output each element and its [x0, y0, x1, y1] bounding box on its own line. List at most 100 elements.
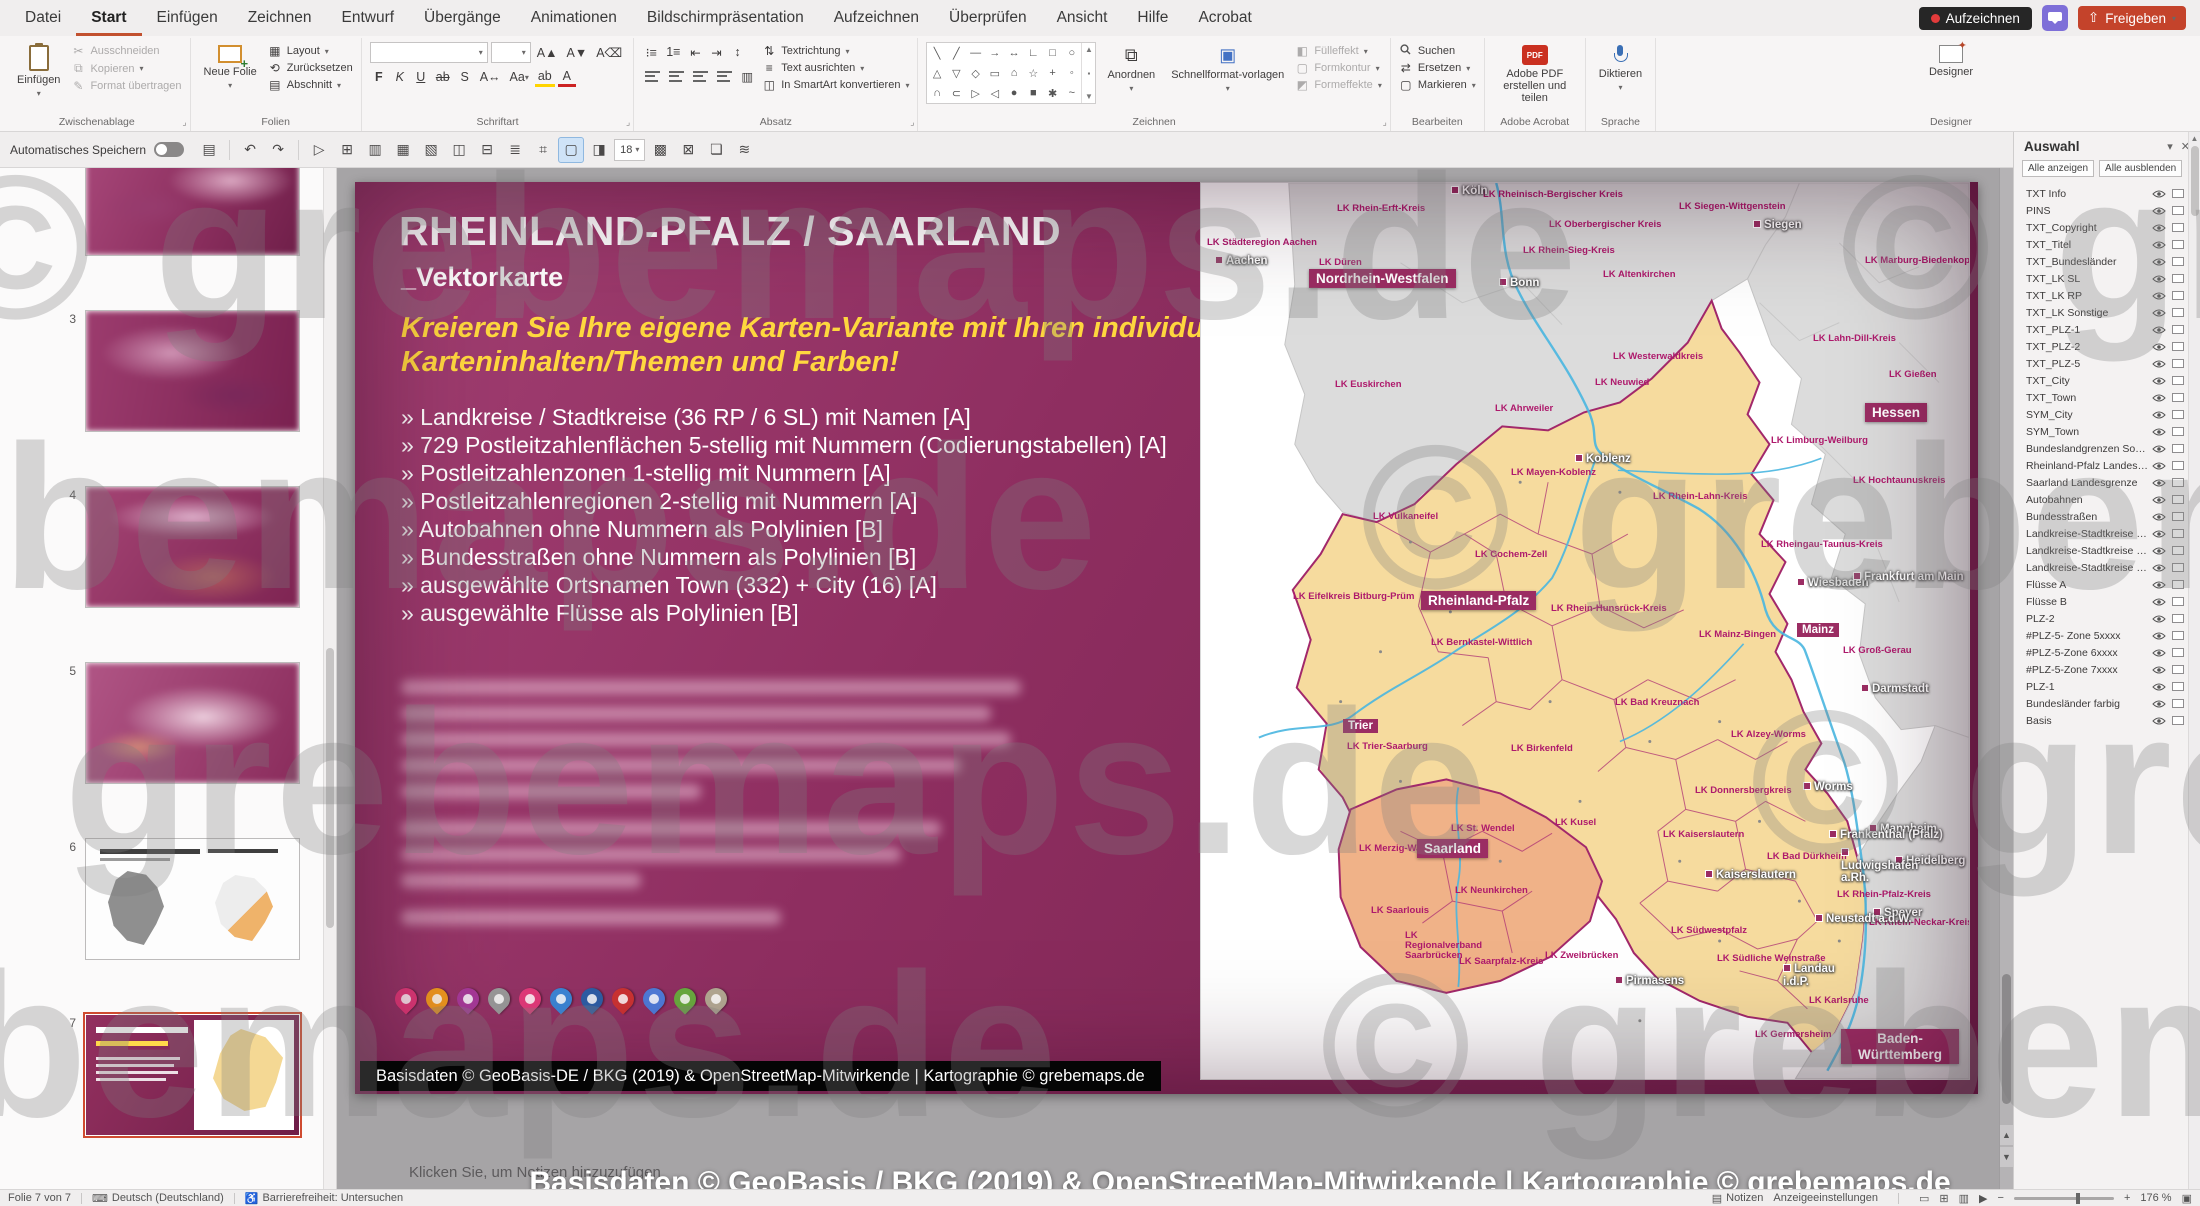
replace-button[interactable]: ⇄Ersetzen▾ [1399, 61, 1476, 75]
dialog-launcher-icon[interactable]: ⌟ [910, 117, 914, 128]
reading-view-icon[interactable]: ▥ [1959, 1192, 1969, 1205]
ribbon-tab[interactable]: Acrobat [1183, 0, 1266, 36]
gallery-scrollbar[interactable]: ▲▪▼ [1081, 43, 1095, 103]
slide-thumbnail[interactable]: 5 [0, 662, 336, 784]
shape-fill-button[interactable]: ◧Fülleffekt▾ [1295, 44, 1382, 58]
slide[interactable]: RHEINLAND-PFALZ / SAARLAND _Vektorkarte … [355, 182, 1978, 1094]
slide-indicator[interactable]: Folie 7 von 7 [8, 1192, 71, 1204]
undo-icon[interactable]: ↶ [237, 137, 263, 163]
eye-icon[interactable] [2152, 291, 2166, 301]
ribbon-tab[interactable]: Einfügen [142, 0, 233, 36]
copy-format-icon[interactable]: ❏ [703, 137, 729, 163]
image-icon[interactable]: ▦ [390, 137, 416, 163]
slide-thumbnail-image[interactable] [85, 1014, 300, 1136]
ribbon-tab[interactable]: Überprüfen [934, 0, 1042, 36]
reset-button[interactable]: ⟲Zurücksetzen [268, 61, 353, 75]
dialog-launcher-icon[interactable]: ⌟ [182, 117, 186, 128]
slide-thumbnail-image[interactable] [85, 838, 300, 960]
layer-item[interactable]: PINS [2014, 202, 2200, 219]
layer-item[interactable]: PLZ-2 [2014, 610, 2200, 627]
autosave-toggle[interactable] [154, 142, 184, 157]
redo-icon[interactable]: ↷ [265, 137, 291, 163]
layer-item[interactable]: Rheinland-Pfalz Landesgrenze [2014, 457, 2200, 474]
zoom-out-button[interactable]: − [1998, 1192, 2004, 1204]
dictate-button[interactable]: Diktieren▾ [1594, 42, 1647, 95]
slideshow-view-icon[interactable]: ▶ [1979, 1192, 1987, 1205]
slide-thumbnail[interactable]: 6 [0, 838, 336, 960]
find-button[interactable]: Suchen [1399, 44, 1476, 58]
notes-button[interactable]: ▤Notizen [1712, 1192, 1764, 1205]
eye-icon[interactable] [2152, 631, 2166, 641]
bullet-list[interactable]: » Landkreise / Stadtkreise (36 RP / 6 SL… [401, 406, 1167, 630]
eye-icon[interactable] [2152, 223, 2166, 233]
layer-item[interactable]: Bundesstraßen [2014, 508, 2200, 525]
font-size-combo[interactable]: ▾ [491, 42, 531, 63]
layer-item[interactable]: TXT_LK SL [2014, 270, 2200, 287]
character-spacing-button[interactable]: A↔ [477, 67, 504, 87]
highlight-text-line2[interactable]: Karteninhalten/Themen und Farben! [401, 346, 899, 379]
text-direction-button[interactable]: ⇅Textrichtung▾ [762, 44, 909, 58]
scrollbar-thumb[interactable] [2191, 146, 2199, 216]
scrollbar-thumb[interactable] [2002, 974, 2011, 1104]
eye-icon[interactable] [2152, 274, 2166, 284]
section-button[interactable]: ▤Abschnitt▾ [268, 78, 353, 92]
increase-indent-button[interactable]: ⇥ [707, 42, 725, 62]
vector-map[interactable]: LK Städteregion AachenLK Rhein-Erft-Krei… [1200, 182, 1970, 1080]
eye-icon[interactable] [2152, 580, 2166, 590]
slide-thumbnail[interactable]: 3 [0, 310, 336, 432]
eye-icon[interactable] [2152, 699, 2166, 709]
grow-font-button[interactable]: A▲ [534, 43, 561, 63]
layer-item[interactable]: TXT_PLZ-5 [2014, 355, 2200, 372]
paste-button[interactable]: Einfügen ▾ [12, 42, 65, 101]
layer-item[interactable]: Landkreise-Stadtkreise RP [2014, 525, 2200, 542]
italic-button[interactable]: K [391, 67, 409, 87]
line-spacing-button[interactable]: ↕ [728, 42, 746, 62]
eye-icon[interactable] [2152, 257, 2166, 267]
shrink-font-button[interactable]: A▼ [564, 43, 591, 63]
change-case-button[interactable]: Aa▾ [507, 67, 532, 87]
eye-icon[interactable] [2152, 665, 2166, 675]
layer-item[interactable]: Saarland Landesgrenze [2014, 474, 2200, 491]
normal-view-icon[interactable]: ▭ [1919, 1192, 1929, 1205]
slide-thumbnail-image[interactable] [85, 662, 300, 784]
ribbon-tab[interactable]: Datei [10, 0, 76, 36]
layer-item[interactable]: Landkreise-Stadtkreise SL [2014, 542, 2200, 559]
slideshow-from-start-icon[interactable]: ▷ [306, 137, 332, 163]
dialog-launcher-icon[interactable]: ⌟ [1383, 117, 1387, 128]
thumbnail-scrollbar[interactable] [323, 168, 336, 1189]
eye-icon[interactable] [2152, 342, 2166, 352]
eye-icon[interactable] [2152, 359, 2166, 369]
zoom-percentage[interactable]: 176 % [2140, 1192, 2171, 1204]
layer-item[interactable]: TXT_LK RP [2014, 287, 2200, 304]
save-icon[interactable]: ▤ [196, 137, 222, 163]
eye-icon[interactable] [2152, 240, 2166, 250]
designer-button[interactable]: Designer [1924, 42, 1978, 81]
eye-icon[interactable] [2152, 410, 2166, 420]
eye-icon[interactable] [2152, 444, 2166, 454]
eye-icon[interactable] [2152, 189, 2166, 199]
slide-thumbnail-image[interactable] [85, 486, 300, 608]
layer-item[interactable]: Autobahnen [2014, 491, 2200, 508]
eye-icon[interactable] [2152, 614, 2166, 624]
ribbon-tab[interactable]: Übergänge [409, 0, 516, 36]
layer-item[interactable]: Basis [2014, 712, 2200, 729]
accessibility-button[interactable]: ♿Barrierefreiheit: Untersuchen [245, 1192, 403, 1205]
layer-item[interactable]: TXT_Town [2014, 389, 2200, 406]
layer-item[interactable]: SYM_City [2014, 406, 2200, 423]
new-slide-button[interactable]: Neue Folie ▾ [199, 42, 262, 93]
align-center-button[interactable] [666, 66, 687, 86]
layer-item[interactable]: #PLZ-5-Zone 6xxxx [2014, 644, 2200, 661]
ribbon-tab[interactable]: Start [76, 0, 141, 36]
layer-item[interactable]: PLZ-1 [2014, 678, 2200, 695]
eye-icon[interactable] [2152, 512, 2166, 522]
columns-icon[interactable]: ◫ [446, 137, 472, 163]
layer-item[interactable]: TXT_Copyright [2014, 219, 2200, 236]
dialog-launcher-icon[interactable]: ⌟ [626, 117, 630, 128]
create-pdf-button[interactable]: PDF Adobe PDF erstellen und teilen [1493, 42, 1577, 107]
ribbon-tab[interactable]: Ansicht [1042, 0, 1123, 36]
eye-icon[interactable] [2152, 427, 2166, 437]
eye-icon[interactable] [2152, 682, 2166, 692]
shapes-gallery[interactable]: ╲╱—→↔∟□○ △▽◇▭⌂☆+◦ ∩⊂▷◁●■✱~ ▲▪▼ [926, 42, 1096, 104]
notes-placeholder[interactable]: Klicken Sie, um Notizen hinzuzufügen [409, 1164, 661, 1181]
slide-thumbnail[interactable]: 2 [0, 168, 336, 256]
